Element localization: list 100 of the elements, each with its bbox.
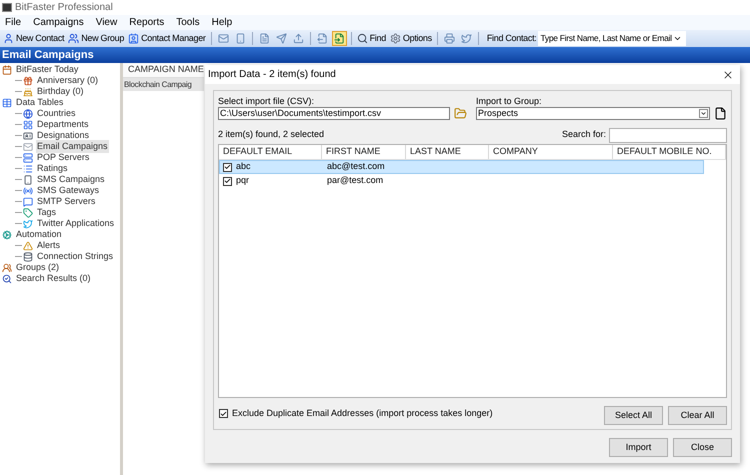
exclude-duplicates-label: Exclude Duplicate Email Addresses (import process takes longer): [232, 406, 493, 420]
tree-item[interactable]: Connection Strings: [36, 250, 114, 264]
menu-item[interactable]: File: [5, 15, 22, 30]
message-icon: [23, 196, 33, 206]
globe-icon: [23, 108, 33, 118]
tree-item[interactable]: Data Tables: [15, 96, 64, 110]
table-cell-text: par@test.com: [326, 174, 384, 188]
find-contact-label: Find Contact:: [486, 32, 536, 45]
toolbar-button[interactable]: Contact Manager: [127, 32, 207, 46]
dropdown-icon: [699, 109, 708, 118]
server-icon: [23, 152, 33, 162]
menu-item[interactable]: Help: [212, 15, 232, 30]
section-title: Email Campaigns: [2, 48, 94, 63]
tree-item[interactable]: Ratings: [36, 162, 69, 176]
check-icon: [220, 410, 227, 418]
toolbar-button[interactable]: [442, 31, 457, 46]
gear-icon: [2, 230, 12, 240]
search-icon: [2, 274, 12, 284]
import-file-field[interactable]: C:\Users\user\Documents\testimport.csv: [218, 107, 450, 120]
tree-item[interactable]: Alerts: [36, 238, 62, 252]
tree-item[interactable]: Anniversary (0): [36, 74, 100, 88]
column-header[interactable]: DEFAULT MOBILE NO.: [613, 145, 726, 159]
list-icon: [23, 164, 33, 174]
tree-item[interactable]: SMTP Servers: [36, 194, 96, 208]
people-icon: [2, 262, 12, 272]
people-icon: [68, 33, 80, 44]
tree-item[interactable]: BitFaster Today: [15, 62, 80, 76]
table-cell-text: abc: [236, 160, 251, 174]
close-button[interactable]: Close: [673, 438, 732, 457]
toolbar-button[interactable]: [332, 31, 347, 46]
import-file-label: Select import file (CSV):: [218, 95, 316, 107]
table-row[interactable]: abc abc@test.com: [219, 160, 704, 174]
tree-item[interactable]: Search Results (0): [15, 272, 92, 286]
id-card-icon: [23, 130, 33, 140]
antenna-icon: [23, 186, 33, 196]
toolbar-button[interactable]: [274, 31, 289, 46]
tree-item[interactable]: Designations: [36, 128, 90, 142]
envelope-icon: [218, 33, 229, 44]
toolbar-button[interactable]: Options: [388, 32, 433, 46]
folder-icon[interactable]: [454, 107, 467, 120]
checkbox[interactable]: [223, 176, 232, 186]
settings-icon: [390, 33, 401, 44]
phone-icon: [234, 33, 246, 44]
calendar-icon: [2, 64, 12, 74]
menu-item[interactable]: View: [96, 15, 118, 30]
envelope-icon: [23, 142, 33, 152]
column-header[interactable]: COMPANY: [489, 145, 613, 159]
new-document-icon[interactable]: [714, 107, 727, 120]
tree-item[interactable]: Tags: [36, 206, 58, 220]
search-field[interactable]: [609, 128, 727, 142]
tree-item[interactable]: Countries: [36, 106, 77, 120]
group-dropdown[interactable]: Prospects: [476, 107, 710, 120]
table-cell-text: abc@test.com: [326, 160, 386, 174]
warning-icon: [23, 240, 33, 250]
gift-icon: [23, 76, 33, 86]
menu-item[interactable]: Reports: [129, 15, 164, 30]
toolbar-button[interactable]: New Contact: [2, 32, 66, 46]
select-all-button[interactable]: Select All: [604, 406, 663, 425]
grid-icon: [23, 120, 33, 130]
column-header[interactable]: DEFAULT EMAIL: [219, 145, 322, 159]
tree-item[interactable]: Email Campaigns: [36, 140, 109, 154]
tree-item[interactable]: POP Servers: [36, 150, 90, 164]
tree-item[interactable]: SMS Gateways: [36, 184, 100, 198]
tree-item[interactable]: Departments: [36, 118, 90, 132]
menu-item[interactable]: Tools: [176, 15, 200, 30]
table-row[interactable]: pqr par@test.com: [219, 174, 704, 188]
find-contact-field[interactable]: Type First Name, Last Name or Email: [538, 31, 686, 46]
import-button[interactable]: Import: [609, 438, 668, 457]
checkbox[interactable]: [223, 162, 232, 172]
document-icon: [258, 33, 270, 44]
column-header[interactable]: LAST NAME: [406, 145, 489, 159]
toolbar-button[interactable]: New Group: [67, 32, 126, 46]
tree-item[interactable]: Groups (2): [15, 260, 60, 274]
clear-all-button[interactable]: Clear All: [668, 406, 727, 425]
checkbox[interactable]: [219, 409, 228, 418]
person-icon: [3, 33, 14, 44]
app-logo-icon: [2, 3, 12, 12]
bird-icon: [460, 33, 472, 44]
table-icon: [2, 98, 12, 108]
campaign-row[interactable]: Blockchain Campaig: [123, 78, 204, 91]
send-icon: [276, 33, 287, 44]
window-title: BitFaster Professional: [15, 1, 113, 15]
upload-icon: [292, 33, 304, 44]
import-group-label: Import to Group:: [476, 95, 543, 107]
export-icon: [316, 33, 328, 44]
search-label: Search for:: [562, 128, 606, 142]
tree-item[interactable]: Twitter Applications: [36, 216, 116, 230]
toolbar-button[interactable]: Find: [356, 32, 387, 46]
menu-item[interactable]: Campaigns: [33, 15, 84, 30]
tree-item[interactable]: SMS Campaigns: [36, 172, 106, 186]
phone-icon: [23, 174, 33, 184]
printer-icon: [444, 33, 455, 44]
tree-item[interactable]: Birthday (0): [36, 84, 85, 98]
column-header[interactable]: FIRST NAME: [322, 145, 406, 159]
tag-icon: [23, 208, 33, 218]
tree-item[interactable]: Automation: [15, 228, 63, 242]
contact-card-icon: [128, 33, 140, 44]
dialog-title: Import Data - 2 item(s) found: [208, 68, 336, 82]
dropdown-icon: [673, 34, 682, 43]
found-count: 2 item(s) found, 2 selected: [218, 128, 324, 142]
